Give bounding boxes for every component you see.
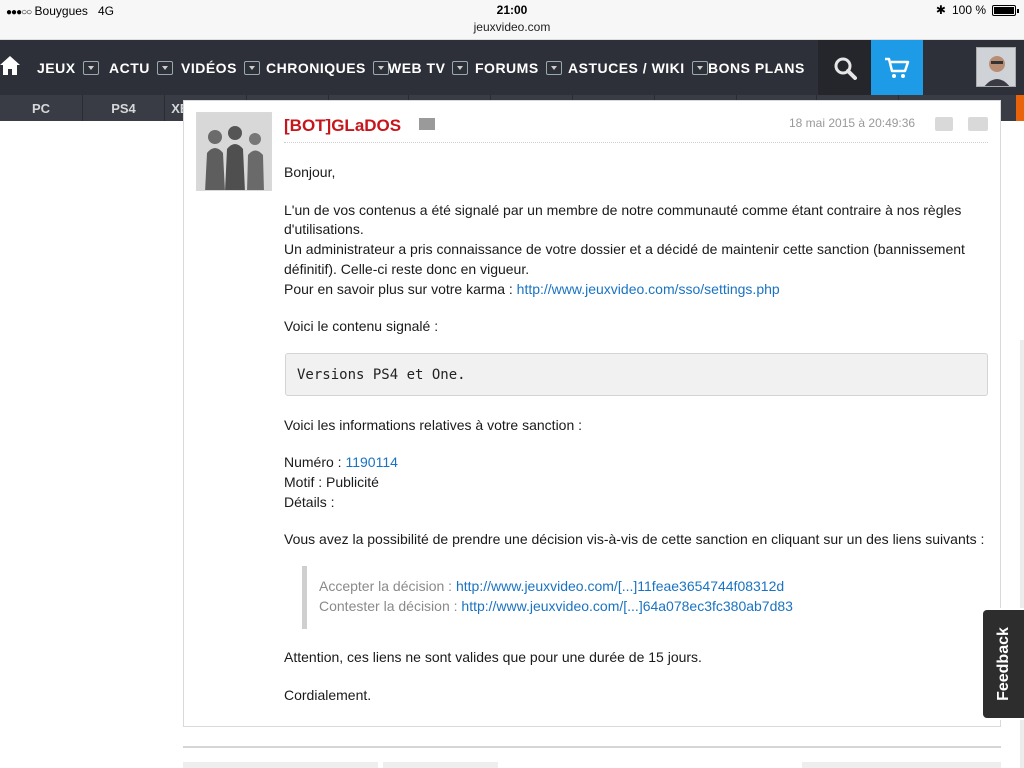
feedback-button[interactable]: Feedback — [981, 608, 1024, 720]
main-nav: JEUX ACTU VIDÉOS CHRONIQUES WEB TV FORUM… — [0, 40, 1024, 95]
nav-label: BONS PLANS — [708, 60, 805, 76]
accept-label: Accepter la décision : — [319, 578, 456, 594]
avatar-image — [977, 48, 1015, 86]
nav-label: FORUMS — [475, 60, 539, 76]
nav-label: CHRONIQUES — [266, 60, 366, 76]
notice-line-4: définitif). Celle-ci reste donc en vigue… — [284, 261, 530, 277]
divider — [284, 142, 988, 143]
nav-actu[interactable]: ACTU — [109, 60, 173, 76]
closing-text: Cordialement. — [284, 687, 372, 703]
bottom-button-3[interactable] — [802, 762, 1001, 768]
numero-link[interactable]: 1190114 — [345, 454, 397, 470]
feedback-label: Feedback — [994, 627, 1012, 701]
platform-more-indicator[interactable] — [1016, 95, 1024, 121]
bottom-button-2[interactable] — [383, 762, 498, 768]
nav-jeux[interactable]: JEUX — [37, 60, 99, 76]
mail-icon[interactable] — [419, 118, 435, 130]
search-button[interactable] — [818, 40, 871, 95]
motif-line: Motif : Publicité — [284, 474, 379, 490]
chevron-down-icon[interactable] — [545, 61, 562, 75]
bottom-button-1[interactable] — [183, 762, 378, 768]
platform-pc[interactable]: PC — [0, 95, 82, 121]
forum-post — [183, 100, 1001, 727]
chevron-down-icon[interactable] — [82, 61, 99, 75]
cart-button[interactable] — [871, 40, 923, 95]
sanction-intro: Voici les informations relatives à votre… — [284, 417, 583, 433]
author-avatar[interactable] — [196, 112, 272, 191]
post-menu-icon[interactable] — [968, 117, 988, 131]
quote-icon[interactable] — [935, 117, 953, 131]
chevron-down-icon[interactable] — [452, 61, 469, 75]
cart-icon — [885, 57, 910, 78]
nav-forums[interactable]: FORUMS — [475, 60, 562, 76]
nav-label: WEB TV — [388, 60, 446, 76]
numero-line: Numéro : 1190114 — [284, 452, 398, 472]
numero-label: Numéro : — [284, 454, 346, 470]
accept-link[interactable]: http://www.jeuxvideo.com/[...]11feae3654… — [456, 578, 784, 594]
user-avatar[interactable] — [976, 47, 1016, 87]
details-line: Détails : — [284, 494, 335, 510]
post-date: 18 mai 2015 à 20:49:36 — [789, 116, 916, 130]
nav-label: JEUX — [37, 60, 76, 76]
blockquote-bar — [302, 566, 307, 629]
nav-label: ASTUCES / WIKI — [568, 60, 685, 76]
nav-label: ACTU — [109, 60, 150, 76]
footer-divider — [183, 746, 1001, 748]
notice-line-1: L'un de vos contenus a été signalé par u… — [284, 202, 962, 218]
karma-label: Pour en savoir plus sur votre karma : — [284, 281, 517, 297]
contest-line: Contester la décision : http://www.jeuxv… — [319, 598, 793, 614]
warning-text: Attention, ces liens ne sont valides que… — [284, 649, 702, 665]
contest-link[interactable]: http://www.jeuxvideo.com/[...]64a078ec3f… — [461, 598, 793, 614]
chevron-down-icon[interactable] — [156, 61, 173, 75]
nav-astuces[interactable]: ASTUCES / WIKI — [568, 60, 708, 76]
nav-label: VIDÉOS — [181, 60, 237, 76]
status-bar: ●●●○○ Bouygues 4G 21:00 jeuxvideo.com ✱ … — [0, 0, 1024, 40]
chevron-down-icon[interactable] — [691, 61, 708, 75]
search-icon — [834, 57, 857, 80]
karma-line: Pour en savoir plus sur votre karma : ht… — [284, 279, 780, 299]
post-author[interactable]: [BOT]GLaDOS — [284, 116, 401, 136]
reported-intro: Voici le contenu signalé : — [284, 318, 439, 334]
status-right: ✱ 100 % — [935, 3, 1019, 17]
karma-link[interactable]: http://www.jeuxvideo.com/sso/settings.ph… — [517, 281, 780, 297]
notice-line-3: Un administrateur a pris connaissance de… — [284, 241, 965, 257]
home-icon[interactable] — [0, 54, 20, 76]
choice-intro: Vous avez la possibilité de prendre une … — [284, 531, 985, 547]
battery-icon — [992, 4, 1019, 16]
reported-content-box: Versions PS4 et One. — [285, 353, 988, 396]
notice-line-2: d'utilisations. — [284, 221, 364, 237]
accept-line: Accepter la décision : http://www.jeuxvi… — [319, 578, 784, 594]
avatar-silhouettes-image — [197, 113, 271, 190]
nav-videos[interactable]: VIDÉOS — [181, 60, 260, 76]
greeting-text: Bonjour, — [284, 164, 336, 180]
reported-content: Versions PS4 et One. — [297, 367, 466, 383]
nav-webtv[interactable]: WEB TV — [388, 60, 469, 76]
clock: 21:00 — [496, 3, 528, 17]
nav-bons-plans[interactable]: BONS PLANS — [708, 60, 805, 76]
chevron-down-icon[interactable] — [372, 61, 389, 75]
nav-chroniques[interactable]: CHRONIQUES — [266, 60, 389, 76]
chevron-down-icon[interactable] — [243, 61, 260, 75]
bluetooth-icon: ✱ — [935, 3, 946, 17]
url-label[interactable]: jeuxvideo.com — [0, 20, 1024, 34]
contest-label: Contester la décision : — [319, 598, 462, 614]
platform-ps4[interactable]: PS4 — [82, 95, 164, 121]
battery-percent: 100 % — [951, 3, 986, 17]
